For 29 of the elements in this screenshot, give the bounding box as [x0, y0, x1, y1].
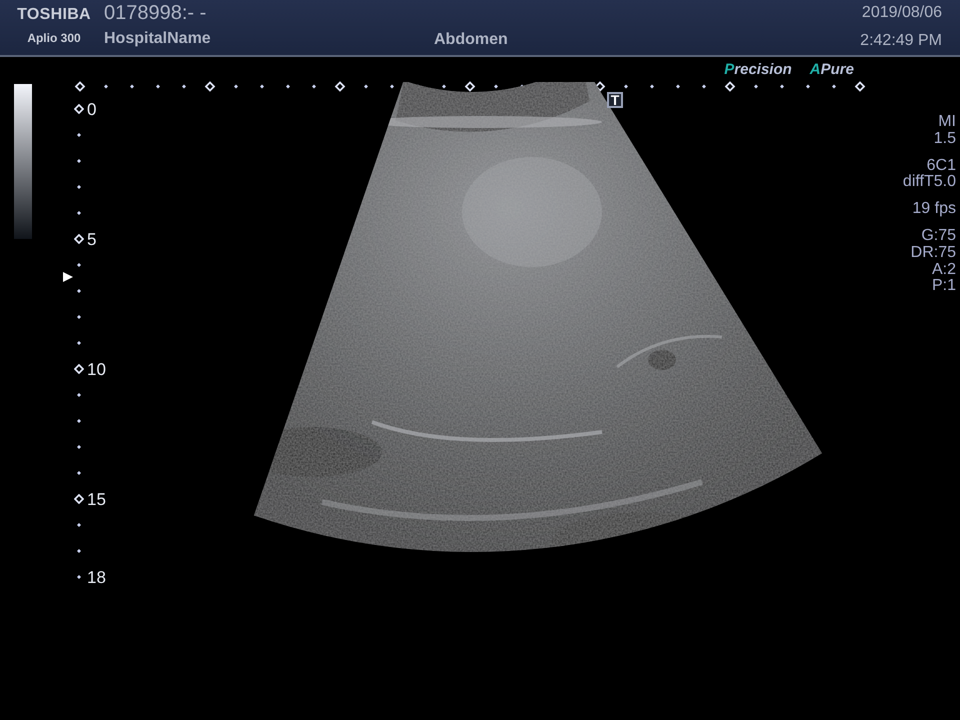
scan-parameter: P:1 [932, 278, 956, 296]
scan-parameter: 6C1 [926, 158, 956, 174]
imaging-mode-label: Precision [724, 60, 792, 78]
scale-marker-icon [74, 104, 84, 114]
scan-parameter: A:2 [932, 262, 956, 278]
orientation-marker: T [607, 92, 623, 108]
exam-type: Abdomen [434, 31, 508, 49]
scale-marker-icon [74, 364, 84, 374]
scale-marker-icon [74, 234, 84, 244]
scan-parameter: 1.5 [934, 130, 956, 148]
scan-parameter: MI [938, 114, 956, 131]
brand-logo: TOSHIBA [17, 6, 91, 24]
depth-label: 10 [87, 360, 106, 378]
scan-parameter: 19 fps [912, 201, 956, 218]
exam-time: 2:42:49 PM [860, 32, 942, 50]
depth-label: 15 [87, 490, 106, 508]
depth-label: 5 [87, 230, 96, 248]
scan-parameter: DR:75 [910, 244, 956, 262]
depth-label: 0 [87, 100, 96, 118]
exam-date: 2019/08/06 [862, 4, 942, 22]
scale-marker-icon [74, 494, 84, 504]
imaging-mode-label: APure [810, 60, 854, 78]
depth-label: 18 [87, 568, 106, 586]
focus-marker-icon [62, 271, 74, 283]
model-name: Aplio 300 [27, 31, 81, 45]
scan-parameter: diffT5.0 [902, 174, 956, 192]
patient-id: 0178998:- - [104, 2, 208, 25]
hospital-name: HospitalName [104, 30, 212, 48]
scan-parameter: G:75 [921, 228, 956, 245]
